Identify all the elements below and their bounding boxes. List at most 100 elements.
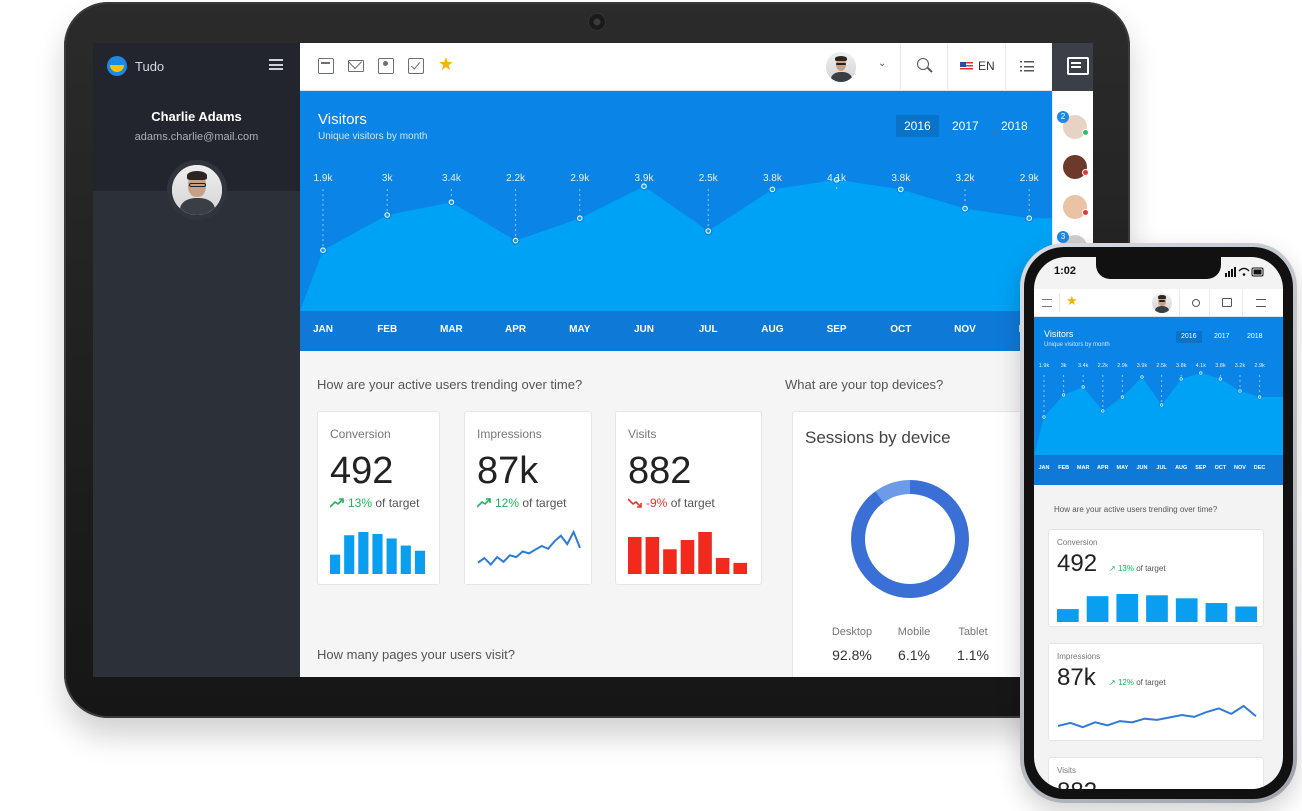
tab-2018[interactable]: 2018 xyxy=(993,115,1036,137)
kpi-sparkline xyxy=(1057,704,1257,729)
data-point-core xyxy=(1258,396,1261,398)
spark-bar xyxy=(698,532,712,574)
star-icon[interactable]: ★ xyxy=(1066,293,1078,309)
spark-bar xyxy=(1205,603,1228,622)
device-value: 92.8% xyxy=(832,647,872,663)
data-label: 3k xyxy=(1061,363,1067,369)
kpi-sparkline xyxy=(1057,594,1257,622)
x-tick-label: APR xyxy=(505,324,527,335)
tab-2016[interactable]: 2016 xyxy=(1176,331,1202,343)
chart-subtitle: Unique visitors by month xyxy=(318,131,428,142)
section-question: How are your active users trending over … xyxy=(317,377,583,392)
kpi-card-conversion[interactable]: Conversion 492 13% of target xyxy=(317,411,440,585)
tab-2016[interactable]: 2016 xyxy=(896,115,939,137)
spark-bar xyxy=(680,540,695,574)
list-icon[interactable] xyxy=(1020,61,1034,72)
kpi-trend: ↗ 13% of target xyxy=(1109,564,1166,573)
language-selector[interactable]: EN xyxy=(978,59,995,73)
kpi-trend: 13% of target xyxy=(330,496,419,510)
spark-bar xyxy=(1086,596,1109,622)
tasks-icon[interactable] xyxy=(408,58,424,74)
user-avatar-button[interactable] xyxy=(1152,293,1172,313)
data-point-core xyxy=(899,187,903,192)
x-tick-label: FEB xyxy=(377,324,397,335)
search-icon[interactable] xyxy=(1192,299,1200,307)
kpi-label: Conversion xyxy=(1057,538,1098,547)
data-point-core xyxy=(385,213,389,217)
kpi-card-visits[interactable]: Visits 882 -9% of target xyxy=(615,411,762,585)
phone-notch xyxy=(1096,257,1221,279)
x-tick-label: JUN xyxy=(634,324,654,335)
logo-icon[interactable] xyxy=(107,56,127,76)
device-stat: Mobile 6.1% xyxy=(884,626,944,663)
user-email: adams.charlie@mail.com xyxy=(134,131,259,143)
status-icons xyxy=(1225,267,1264,277)
sidebar: Tudo Charlie Adams adams.charlie@mail.co… xyxy=(93,43,300,677)
mail-icon[interactable] xyxy=(348,60,364,72)
kpi-value: 882 xyxy=(1057,778,1097,789)
user-avatar-button[interactable] xyxy=(826,52,856,82)
star-icon[interactable]: ★ xyxy=(436,54,456,74)
spark-bar xyxy=(386,538,397,574)
tab-2017[interactable]: 2017 xyxy=(944,115,987,137)
section-question: What are your top devices? xyxy=(785,377,944,392)
device-stat: Desktop 92.8% xyxy=(822,626,882,663)
card-title: Sessions by device xyxy=(805,428,951,447)
kpi-card-impressions[interactable]: Impressions 87k ↗ 12% of target xyxy=(1048,643,1264,741)
spark-bar xyxy=(1116,594,1139,622)
data-label: 3.8k xyxy=(763,173,783,184)
kpi-percent: 13% xyxy=(348,496,373,510)
data-label: 3.4k xyxy=(442,173,462,184)
chevron-down-icon[interactable]: ⌄ xyxy=(878,58,886,69)
device-name: Desktop xyxy=(831,626,873,638)
trend-up-icon: ↗ xyxy=(1109,678,1116,687)
list-icon[interactable] xyxy=(1256,299,1266,307)
x-tick-label: JUL xyxy=(1156,465,1167,471)
us-flag-icon[interactable] xyxy=(960,62,973,71)
x-tick-label: NOV xyxy=(1234,465,1246,471)
chat-icon[interactable] xyxy=(1052,43,1093,91)
kpi-suffix: of target xyxy=(375,496,420,510)
x-tick-label: NOV xyxy=(954,324,976,335)
kpi-label: Impressions xyxy=(1057,652,1101,661)
spark-bar xyxy=(330,554,341,574)
visitors-area-chart: 1.9k JAN 3k FEB 3.4k MAR 2.2k APR 2.9k MAY 3.9k JUN… xyxy=(300,173,1052,351)
trend-up-icon xyxy=(330,498,344,508)
tab-2018[interactable]: 2018 xyxy=(1242,331,1268,343)
menu-icon[interactable] xyxy=(269,59,283,70)
data-point-core xyxy=(321,248,325,252)
data-label: 2.9k xyxy=(570,173,590,184)
data-point-core xyxy=(578,216,582,220)
data-point-core xyxy=(1101,410,1104,412)
data-label: 2.2k xyxy=(506,173,526,184)
data-label: 2.9k xyxy=(1254,363,1265,369)
chart-title: Visitors xyxy=(1044,329,1074,339)
chat-icon[interactable] xyxy=(1222,298,1232,307)
data-point-core xyxy=(1062,394,1065,396)
kpi-suffix: of target xyxy=(1136,564,1166,573)
device-name: Mobile xyxy=(897,626,931,638)
menu-icon[interactable] xyxy=(1042,299,1052,307)
calendar-icon[interactable] xyxy=(318,58,334,74)
data-point-core xyxy=(770,187,775,192)
x-tick-label: AUG xyxy=(1175,465,1187,471)
divider xyxy=(1242,289,1243,317)
avatar[interactable] xyxy=(167,160,227,220)
data-point-core xyxy=(706,229,710,233)
contacts-icon[interactable] xyxy=(378,58,394,74)
tab-2017[interactable]: 2017 xyxy=(1209,331,1235,343)
kpi-percent: 12% xyxy=(495,496,520,510)
data-point-core xyxy=(1027,216,1031,220)
kpi-percent: 13% xyxy=(1117,564,1134,573)
kpi-card-visits[interactable]: Visits 882 xyxy=(1048,757,1264,789)
kpi-label: Visits xyxy=(1057,766,1076,775)
kpi-card-conversion[interactable]: Conversion 492 ↗ 13% of target xyxy=(1048,529,1264,627)
x-tick-label: DEC xyxy=(1254,465,1266,471)
kpi-value: 882 xyxy=(628,450,692,492)
kpi-card-impressions[interactable]: Impressions 87k 12% of target xyxy=(464,411,592,585)
data-label: 2.5k xyxy=(699,173,719,184)
spark-bar xyxy=(1146,595,1168,622)
spark-bar xyxy=(358,532,369,574)
brand-name[interactable]: Tudo xyxy=(135,59,164,74)
search-icon[interactable] xyxy=(917,58,929,70)
